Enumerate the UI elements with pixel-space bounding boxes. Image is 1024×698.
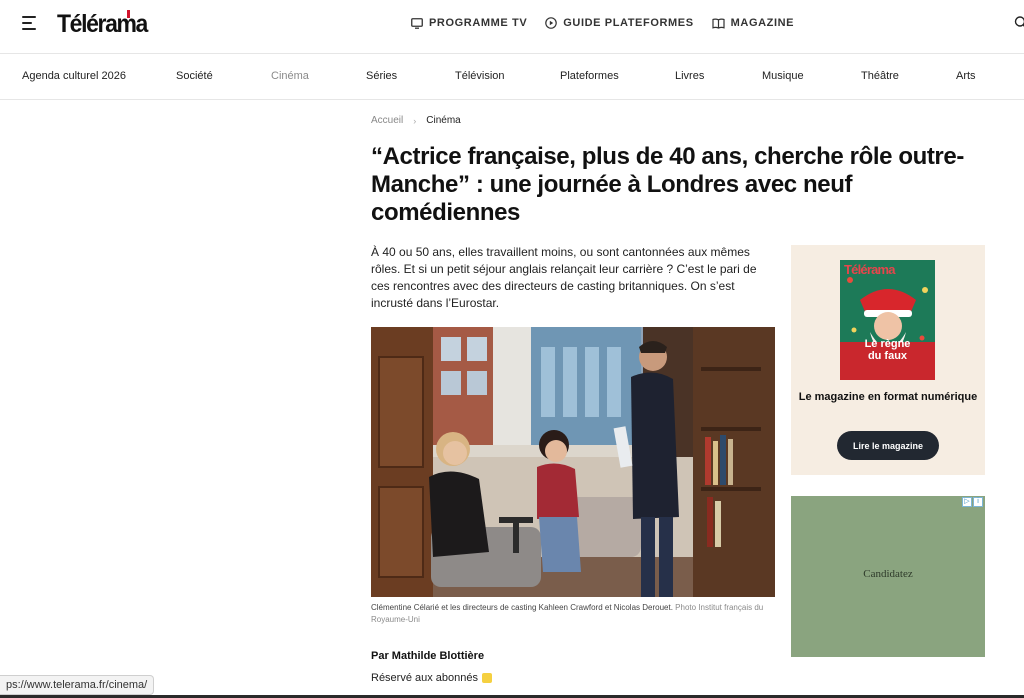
cover-masthead: Télérama [844,262,895,277]
magazine-promo-text: Le magazine en format numérique [798,391,978,403]
cover-headline-1: Le règne [864,338,911,350]
section-theatre[interactable]: Théâtre [861,70,899,82]
breadcrumb: Accueil › Cinéma [371,115,461,126]
nav-guide-plateformes[interactable]: GUIDE PLATEFORMES [545,17,693,29]
section-musique[interactable]: Musique [762,70,804,82]
subscriber-badge: Réservé aux abonnés [371,672,493,684]
section-societe[interactable]: Société [176,70,213,82]
tv-icon [411,17,423,29]
adchoices-icon[interactable]: ▷ i [962,497,983,507]
breadcrumb-current[interactable]: Cinéma [426,115,460,126]
section-plateformes[interactable]: Plateformes [560,70,619,82]
chevron-right-icon: › [413,115,417,126]
status-url: ps://www.telerama.fr/cinema/ [0,675,155,695]
article-lead: À 40 ou 50 ans, elles travaillent moins,… [371,245,757,310]
play-icon [545,17,558,29]
section-television[interactable]: Télévision [455,70,505,82]
section-livres[interactable]: Livres [675,70,704,82]
nav-label: GUIDE PLATEFORMES [563,17,694,29]
site-header: Télérama PROGRAMME TV GUIDE PLATEFORMES … [0,0,1024,54]
cover-headline-2: du faux [867,350,908,362]
hamburger-icon[interactable] [22,16,38,30]
section-series[interactable]: Séries [366,70,397,82]
article-photo[interactable] [371,327,775,597]
top-nav: PROGRAMME TV GUIDE PLATEFORMES MAGAZINE [411,17,794,29]
nav-label: PROGRAMME TV [429,17,528,29]
site-logo[interactable]: Télérama [57,10,148,39]
read-magazine-button[interactable]: Lire le magazine [837,431,939,460]
article-author[interactable]: Par Mathilde Blottière [371,650,484,662]
nav-label: MAGAZINE [730,17,795,29]
section-cinema[interactable]: Cinéma [271,70,309,82]
nav-magazine[interactable]: MAGAZINE [712,17,794,29]
lock-icon [482,673,493,683]
ad-banner[interactable]: ▷ i Candidatez [791,496,985,657]
photo-caption: Clémentine Célarié et les directeurs de … [371,602,775,626]
caption-text: Clémentine Célarié et les directeurs de … [371,603,673,612]
article-title: “Actrice française, plus de 40 ans, cher… [371,143,964,226]
magazine-promo: Télérama Le règne du faux Le magazine en… [791,245,985,475]
section-arts[interactable]: Arts [956,70,976,82]
section-agenda-culturel[interactable]: Agenda culturel 2026 [22,70,126,82]
logo-accent-mark [127,10,130,18]
ad-text: Candidatez [863,568,913,580]
breadcrumb-home[interactable]: Accueil [371,115,403,126]
section-nav: Agenda culturel 2026 Société Cinéma Séri… [0,54,1024,100]
subscriber-label: Réservé aux abonnés [371,672,479,684]
nav-programme-tv[interactable]: PROGRAMME TV [411,17,527,29]
magazine-cover[interactable]: Télérama Le règne du faux [840,260,935,380]
search-icon[interactable] [1014,16,1024,34]
book-icon [712,18,725,29]
